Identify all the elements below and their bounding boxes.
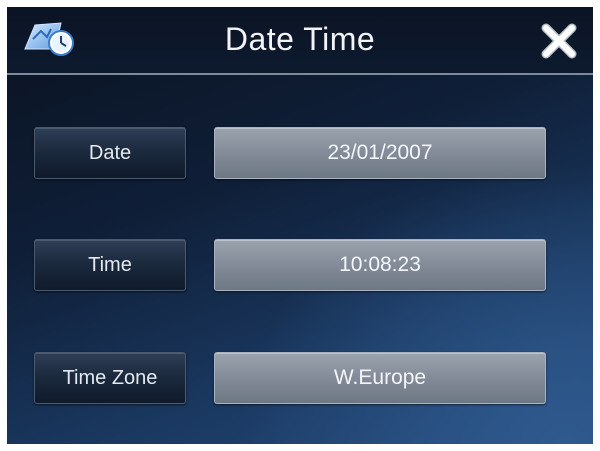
window-title: Date Time: [224, 21, 376, 57]
date-time-screen: Date Time Date 23/01/2007 Time 10:08:23 …: [7, 7, 593, 444]
date-value-field[interactable]: 23/01/2007: [214, 127, 546, 179]
time-zone-value-field[interactable]: W.Europe: [214, 352, 546, 404]
date-button[interactable]: Date: [34, 127, 186, 179]
close-icon[interactable]: [537, 19, 581, 63]
time-value-field[interactable]: 10:08:23: [214, 239, 546, 291]
time-zone-button[interactable]: Time Zone: [34, 352, 186, 404]
title-bar: Date Time: [7, 7, 593, 75]
time-button[interactable]: Time: [34, 239, 186, 291]
